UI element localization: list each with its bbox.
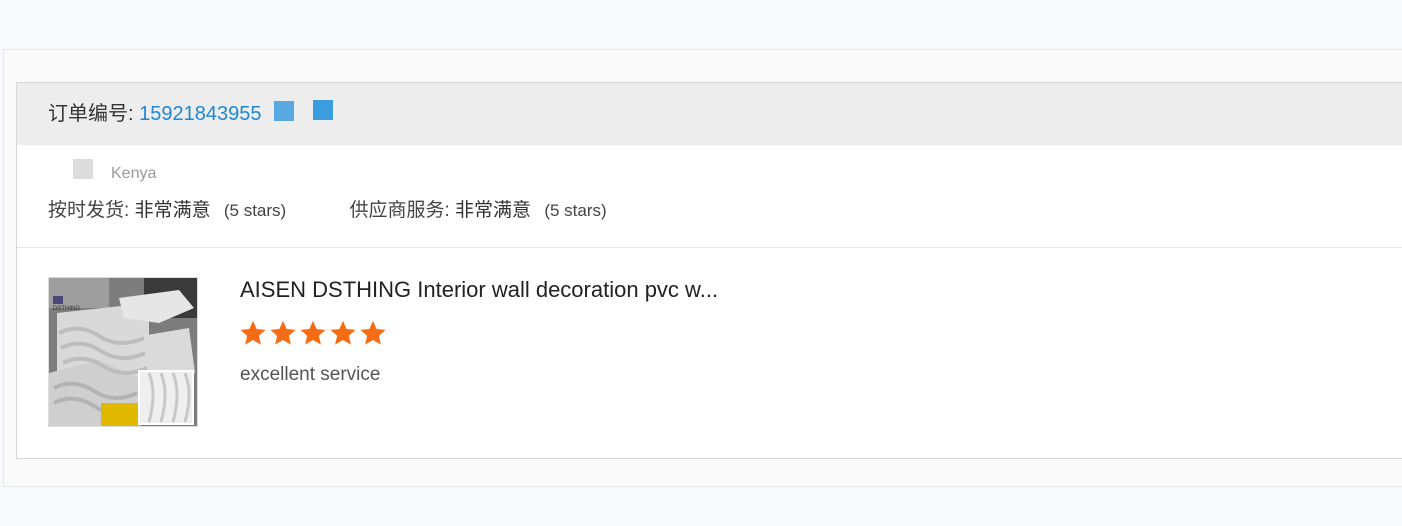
product-rating-stars: [239, 319, 389, 349]
country-flag-icon: [73, 159, 93, 179]
star-icon: [330, 320, 356, 345]
supplier-service-stars: (5 stars): [544, 201, 607, 220]
copy-icon[interactable]: [274, 101, 294, 121]
shipping-rating: 按时发货: 非常满意 (5 stars): [48, 199, 286, 223]
order-number-label: 订单编号:: [48, 103, 134, 125]
buyer-country: Kenya: [111, 165, 157, 182]
ratings-row: 按时发货: 非常满意 (5 stars) 供应商服务: 非常满意 (5 star…: [48, 199, 607, 223]
supplier-service-label: 供应商服务:: [349, 200, 450, 221]
star-icon: [270, 320, 296, 345]
wall-panel-image: DSTHING: [49, 278, 197, 426]
copy-order-icon[interactable]: [313, 100, 333, 120]
product-title[interactable]: AISEN DSTHING Interior wall decoration p…: [240, 277, 718, 303]
thumbnail-brand: DSTHING: [53, 306, 80, 312]
star-icon: [300, 320, 326, 345]
shipping-rating-stars: (5 stars): [223, 201, 287, 220]
order-number-link[interactable]: 15921843955: [139, 103, 261, 125]
order-header: 订单编号: 15921843955: [17, 83, 1402, 145]
supplier-service-value: 非常满意: [455, 200, 532, 221]
shipping-rating-label: 按时发货:: [48, 200, 130, 221]
review-text: excellent service: [240, 364, 381, 385]
star-icon: [240, 320, 266, 345]
supplier-service-rating: 供应商服务: 非常满意 (5 stars): [349, 199, 606, 223]
shipping-rating-value: 非常满意: [134, 200, 211, 221]
product-thumbnail[interactable]: DSTHING: [48, 277, 198, 427]
star-icon: [360, 320, 386, 345]
divider: [17, 247, 1402, 248]
order-review-card: 订单编号: 15921843955 Kenya 按时发货: 非常满意 (5 st…: [16, 82, 1402, 459]
order-number-row: 订单编号: 15921843955: [48, 103, 261, 125]
